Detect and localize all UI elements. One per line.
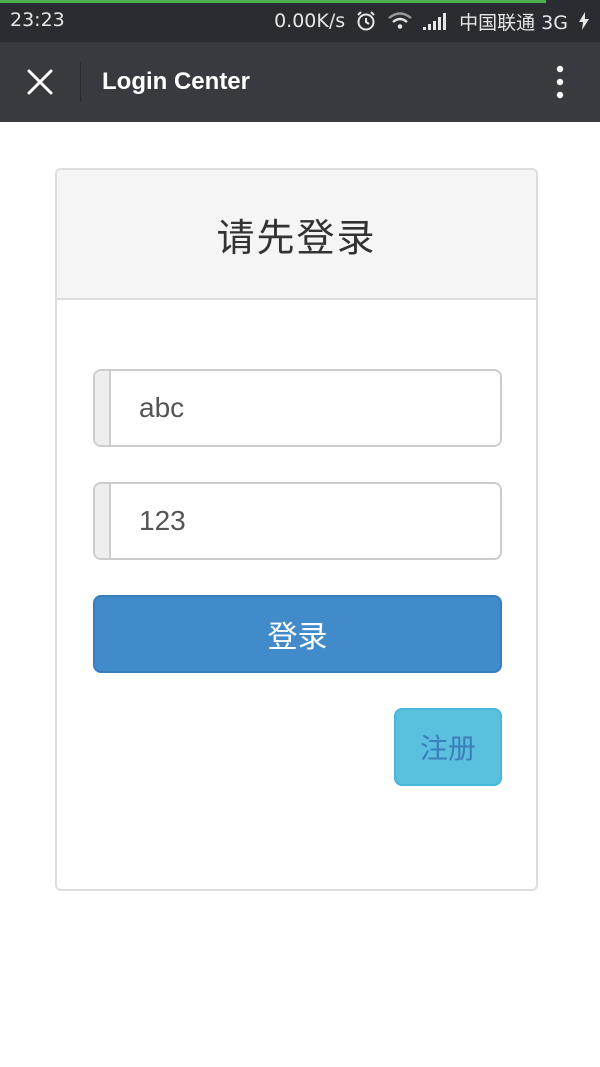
more-vertical-icon bbox=[556, 65, 564, 99]
password-input-group bbox=[93, 482, 502, 560]
panel-heading: 请先登录 bbox=[57, 170, 536, 300]
page-load-progress bbox=[0, 0, 546, 3]
close-icon bbox=[27, 69, 53, 95]
login-panel: 请先登录 登录 注册 bbox=[55, 168, 538, 891]
wifi-icon bbox=[387, 11, 413, 31]
username-input[interactable] bbox=[111, 371, 500, 445]
more-menu-button[interactable] bbox=[540, 62, 580, 102]
charging-icon bbox=[578, 11, 590, 31]
app-bar: Login Center bbox=[0, 42, 600, 122]
panel-title: 请先登录 bbox=[216, 215, 377, 260]
app-bar-divider bbox=[80, 62, 81, 102]
username-input-group bbox=[93, 369, 502, 447]
register-button[interactable]: 注册 bbox=[394, 708, 502, 786]
page-title: Login Center bbox=[102, 68, 250, 95]
carrier-label: 中国联通 3G bbox=[459, 11, 568, 34]
login-button[interactable]: 登录 bbox=[93, 595, 502, 673]
alarm-icon bbox=[355, 10, 377, 32]
status-bar: 23:23 0.00K/s 中国联通 3G bbox=[0, 0, 600, 42]
network-speed: 0.00K/s bbox=[274, 10, 346, 32]
close-button[interactable] bbox=[18, 62, 62, 102]
signal-icon bbox=[423, 11, 449, 31]
username-addon bbox=[95, 371, 111, 445]
status-time: 23:23 bbox=[10, 9, 65, 31]
password-input[interactable] bbox=[111, 484, 500, 558]
password-addon bbox=[95, 484, 111, 558]
status-indicators: 0.00K/s 中国联通 3G bbox=[274, 9, 590, 34]
